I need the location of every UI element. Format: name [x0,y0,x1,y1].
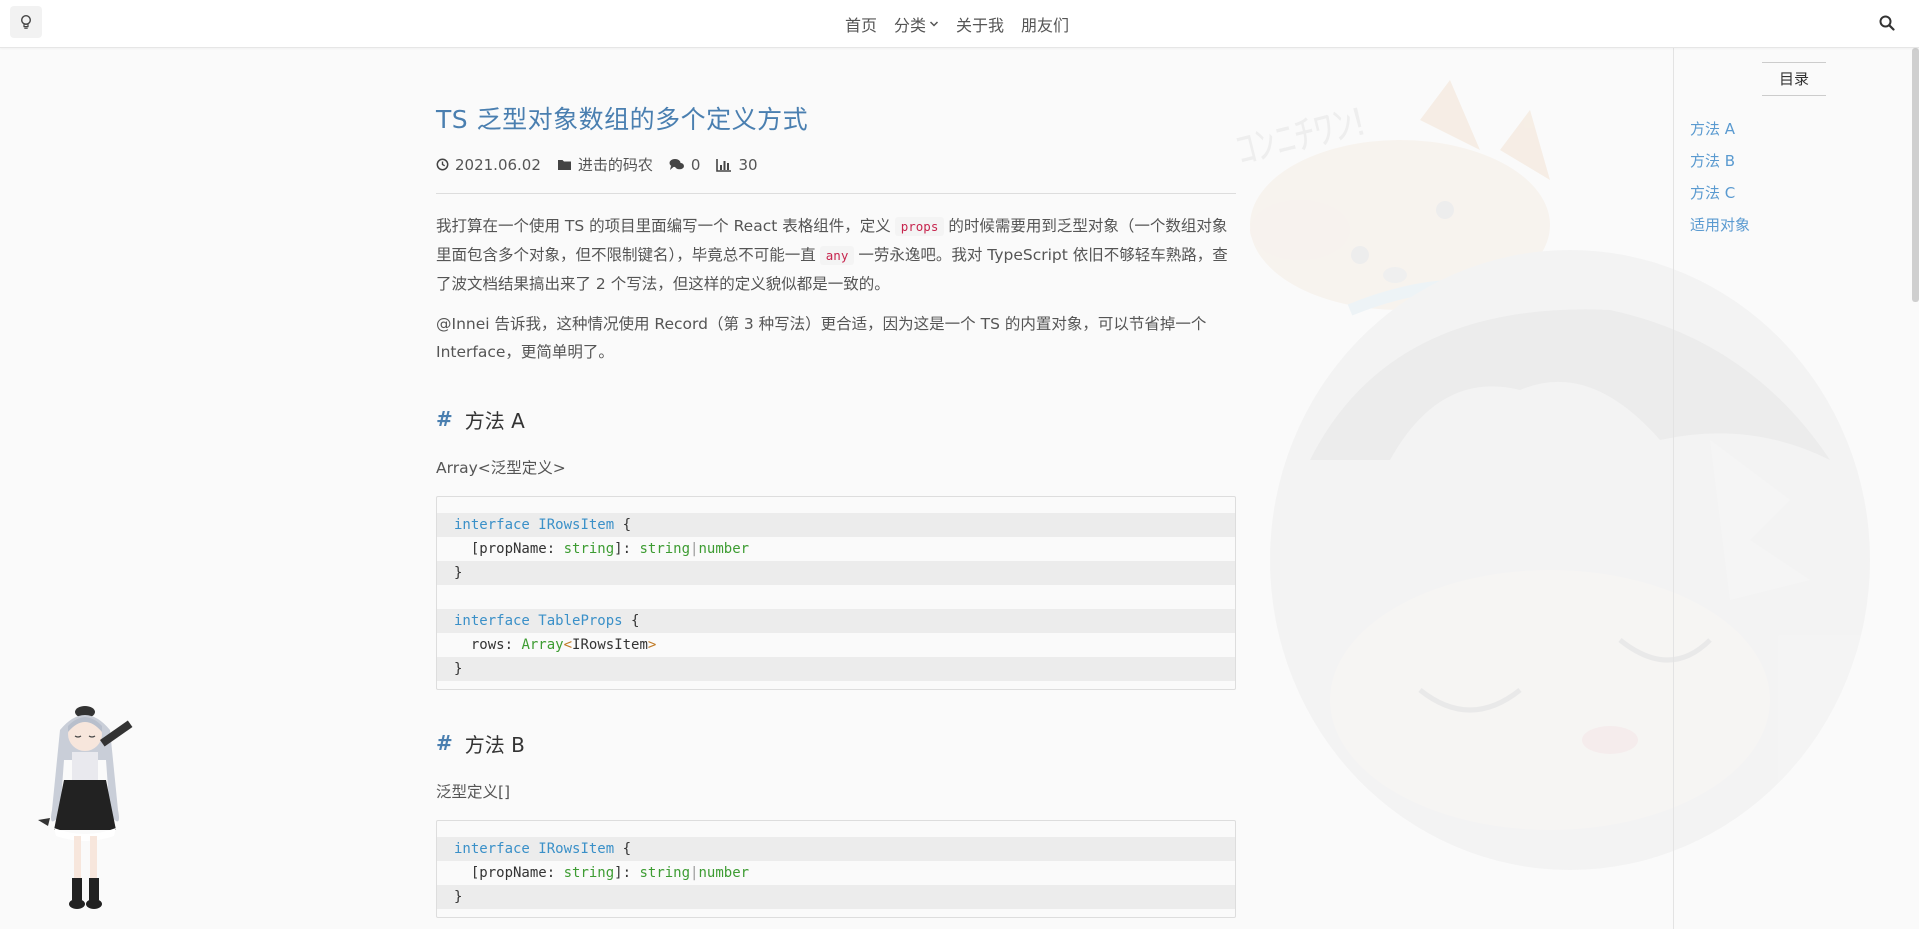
code-punct: { [631,613,640,629]
section-b-type-label: 泛型定义[] [436,783,511,801]
article: TS 乏型对象数组的多个定义方式 2021.06.02 进击的码农 0 30 我… [436,100,1236,918]
code-type: string [639,541,691,557]
code-type-name: IRowsItem [572,637,648,653]
meta-comments[interactable]: 0 [669,155,701,174]
theme-toggle-button[interactable] [10,6,42,38]
code-prop: rows [470,637,505,653]
code-type: string [563,541,615,557]
nav-friends-label: 朋友们 [1021,15,1070,35]
code-line: } [437,657,1235,681]
main-nav: 首页 分类 关于我 朋友们 [845,0,1086,47]
code-punct: } [454,661,463,677]
inline-code-any: any [819,246,855,265]
code-line: interface IRowsItem { [437,837,1235,861]
intro-p1-text-a: 我打算在一个使用 TS 的项目里面编写一个 React 表格组件，定义 [436,217,891,235]
code-punct: : [546,541,556,557]
code-type: Array [521,637,564,653]
toc-item-method-a[interactable]: 方法 A [1690,113,1750,145]
nav-home[interactable]: 首页 [845,12,877,36]
nav-home-label: 首页 [845,15,878,35]
section-a-title: 方法 A [464,408,525,433]
code-punct: ]: [614,541,632,557]
nav-about[interactable]: 关于我 [956,12,1004,36]
code-line: interface TableProps { [437,609,1235,633]
code-type: number [698,865,750,881]
comments-icon [669,159,684,170]
code-line: rows: Array<IRowsItem> [437,633,1235,657]
chevron-down-icon [930,20,939,27]
meta-comments-count: 0 [690,155,701,174]
article-meta: 2021.06.02 进击的码农 0 30 [436,154,1236,194]
code-keyword: interface [454,517,530,533]
code-type-name: IRowsItem [538,517,615,533]
search-button[interactable] [1877,13,1897,33]
code-keyword: interface [454,613,530,629]
code-punct: { [622,841,632,857]
inline-code-props: props [894,217,945,236]
nav-categories-label: 分类 [894,15,927,35]
nav-about-label: 关于我 [956,15,1005,35]
heading-anchor-b[interactable]: # [436,731,453,755]
code-punct: > [647,637,657,653]
clock-icon [436,158,449,171]
meta-views: 30 [716,155,758,174]
code-type-name: IRowsItem [538,841,615,857]
nav-categories[interactable]: 分类 [894,12,939,36]
code-type: string [639,865,691,881]
code-line: interface IRowsItem { [437,513,1235,537]
article-title[interactable]: TS 乏型对象数组的多个定义方式 [436,100,1236,136]
live2d-mascot[interactable] [30,700,140,915]
intro-paragraph-2: @Innei 告诉我，这种情况使用 Record（第 3 种写法）更合适，因为这… [436,315,1207,361]
meta-views-count: 30 [738,155,758,174]
meta-category-value: 进击的码农 [577,156,653,174]
meta-category[interactable]: 进击的码农 [557,154,653,175]
code-prop: [propName [470,865,547,881]
toc-list: 方法 A 方法 B 方法 C 适用对象 [1690,113,1750,241]
code-line: } [437,885,1235,909]
code-punct: : [546,865,556,881]
toc-title: 目录 [1762,62,1826,96]
code-keyword: interface [454,841,530,857]
code-type-name: TableProps [538,613,623,629]
toc-item-method-b[interactable]: 方法 B [1690,145,1750,177]
code-block-b[interactable]: interface IRowsItem { [propName: string]… [436,820,1236,918]
section-a-type-label: Array<泛型定义> [436,459,566,477]
code-prop: [propName [470,541,547,557]
code-type: number [698,541,750,557]
folder-icon [557,160,571,170]
meta-date-value: 2021.06.02 [455,155,541,174]
code-punct: } [454,565,463,581]
nav-friends[interactable]: 朋友们 [1021,12,1069,36]
code-punct: { [622,517,632,533]
section-b-title: 方法 B [464,732,525,757]
search-icon [1879,15,1895,31]
lightbulb-icon [20,14,32,29]
code-punct: : [504,637,514,653]
code-punct: } [454,889,463,905]
top-navbar: 首页 分类 关于我 朋友们 [0,0,1919,48]
intro-paragraph-1: 我打算在一个使用 TS 的项目里面编写一个 React 表格组件，定义 props… [436,212,1236,298]
toc-item-method-c[interactable]: 方法 C [1690,177,1750,209]
code-type: string [563,865,615,881]
code-punct: ]: [614,865,632,881]
code-line: [propName: string]: string|number [437,861,1235,885]
code-line: } [437,561,1235,585]
section-heading-b: # 方法 B [436,728,1236,758]
code-line: [propName: string]: string|number [437,537,1235,561]
code-punct: < [563,637,573,653]
page-scrollbar[interactable] [1912,48,1919,302]
bar-chart-icon [716,158,732,172]
code-block-a[interactable]: interface IRowsItem { [propName: string]… [436,496,1236,690]
section-heading-a: # 方法 A [436,404,1236,434]
heading-anchor-a[interactable]: # [436,407,453,431]
meta-date: 2021.06.02 [436,156,541,174]
toc-item-applicable[interactable]: 适用对象 [1690,209,1750,241]
toc-sidebar: 目录 方法 A 方法 B 方法 C 适用对象 [1673,48,1919,929]
